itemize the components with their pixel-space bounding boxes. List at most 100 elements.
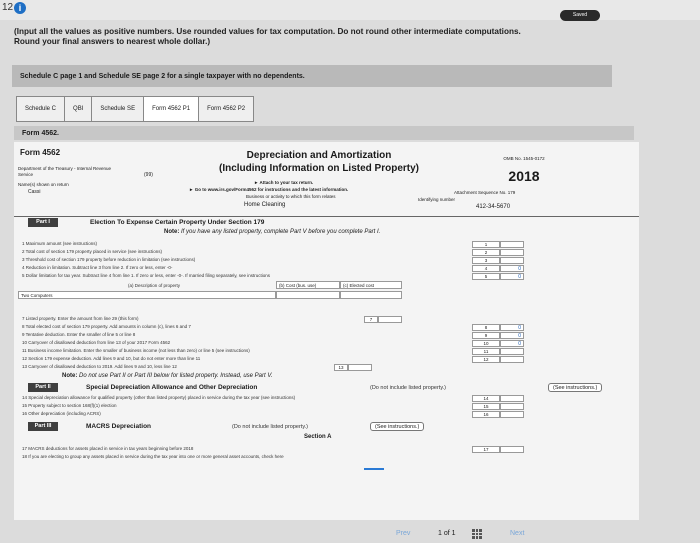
- line-2-input[interactable]: [500, 249, 524, 256]
- line-num: 5: [472, 273, 500, 280]
- row-6-cost-input[interactable]: [276, 291, 340, 299]
- line-8: 8 Total elected cost of section 179 prop…: [22, 324, 191, 329]
- line-16: 16 Other depreciation (including ACRS): [22, 411, 101, 416]
- part-3-label: Part III: [28, 422, 58, 431]
- line-10: 10 Carryover of disallowed deduction fro…: [22, 340, 171, 345]
- column-a-header: (a) Description of property: [128, 283, 181, 288]
- column-c-header: (c) Elected cost: [340, 281, 402, 289]
- line-17-input[interactable]: [500, 446, 524, 453]
- form-title-line-1: Depreciation and Amortization: [246, 150, 392, 161]
- row-6-elected-input[interactable]: [340, 291, 402, 299]
- part-1-title: Election To Expense Certain Property Und…: [90, 219, 265, 226]
- tax-year: 2018: [508, 168, 540, 184]
- line-num: 17: [472, 446, 500, 453]
- form-4562: Form 4562 Department of the Treasury - I…: [14, 142, 639, 520]
- divider: [14, 216, 639, 217]
- line-num: 4: [472, 265, 500, 272]
- line-num: 14: [472, 395, 500, 402]
- tab-qbi[interactable]: QBI: [65, 97, 93, 121]
- line-4: 4 Reduction in limitation. Subtract line…: [22, 265, 173, 270]
- pager: Prev 1 of 1 Next: [0, 526, 700, 543]
- line-15: 15 Property subject to section 168(f)(1)…: [22, 403, 117, 408]
- line-13-input[interactable]: [348, 364, 372, 371]
- instructions-text: (Input all the values as positive number…: [14, 27, 521, 46]
- taxpayer-name: Cassi: [28, 189, 41, 195]
- line-18: 18 If you are electing to group any asse…: [22, 454, 284, 459]
- tab-form-4562-p2[interactable]: Form 4562 P2: [199, 97, 253, 121]
- tab-schedule-c[interactable]: Schedule C: [17, 97, 66, 121]
- section-a-heading: Section A: [304, 434, 332, 440]
- department-line-2: Service: [18, 172, 34, 177]
- line-num: 3: [472, 257, 500, 264]
- tab-schedule-se[interactable]: Schedule SE: [92, 97, 145, 121]
- identifying-number-label: Identifying number: [418, 197, 456, 202]
- line-5-value: 0: [500, 273, 524, 280]
- form-tabs: Schedule C QBI Schedule SE Form 4562 P1 …: [16, 96, 255, 122]
- part-2-see-instructions-button[interactable]: (See instructions.): [548, 383, 603, 392]
- form-name: Form 4562: [20, 148, 61, 157]
- line-num: 16: [472, 411, 500, 418]
- part-2-label: Part II: [28, 383, 58, 392]
- part-3-see-instructions-button[interactable]: (See instructions.): [370, 422, 425, 431]
- line-num: 9: [472, 332, 500, 339]
- goto-note: ► Go to www.irs.gov/Form4562 for instruc…: [189, 187, 349, 192]
- department-code: (99): [144, 172, 153, 178]
- line-num: 8: [472, 324, 500, 331]
- line-num: 15: [472, 403, 500, 410]
- line-num: 11: [472, 348, 500, 355]
- line-11-input[interactable]: [500, 348, 524, 355]
- row-6-description-input[interactable]: Two Computers: [18, 291, 276, 299]
- line-7-input[interactable]: [378, 316, 402, 323]
- prev-button[interactable]: Prev: [396, 530, 410, 537]
- line-num: 2: [472, 249, 500, 256]
- business-label: Business or activity to which this form …: [246, 194, 336, 199]
- line-16-input[interactable]: [500, 411, 524, 418]
- part-1-label: Part I: [28, 218, 58, 227]
- line-3: 3 Threshold cost of section 179 property…: [22, 257, 196, 262]
- business-value: Home Cleaning: [244, 202, 286, 208]
- part-1-note: Note: If you have any listed property, c…: [164, 229, 380, 235]
- line-12-input[interactable]: [500, 356, 524, 363]
- line-13: 13 Carryover of disallowed deduction to …: [22, 364, 177, 369]
- line-15-input[interactable]: [500, 403, 524, 410]
- part-3-title: MACRS Depreciation: [86, 423, 152, 430]
- note-text: Do not use Part II or Part III below for…: [79, 373, 273, 379]
- grid-icon[interactable]: [472, 529, 482, 539]
- attach-note: ► Attach to your tax return.: [254, 180, 314, 185]
- tab-form-4562-p1[interactable]: Form 4562 P1: [144, 97, 200, 121]
- next-button[interactable]: Next: [510, 530, 524, 537]
- page-position: 1 of 1: [438, 530, 456, 537]
- form-label: Form 4562.: [14, 126, 634, 140]
- line-17: 17 MACRS deductions for assets placed in…: [22, 446, 194, 451]
- top-bar: 12 i Saved: [0, 0, 700, 21]
- line-12: 12 Section 179 expense deduction. Add li…: [22, 356, 201, 361]
- problem-banner: Schedule C page 1 and Schedule SE page 2…: [12, 65, 612, 87]
- info-icon[interactable]: i: [14, 2, 26, 14]
- line-2: 2 Total cost of section 179 property pla…: [22, 249, 162, 254]
- line-num: 10: [472, 340, 500, 347]
- question-number: 12: [2, 2, 14, 13]
- note-label: Note:: [62, 373, 78, 379]
- line-num: 12: [472, 356, 500, 363]
- part-1-note-2: Note: Do not use Part II or Part III bel…: [62, 373, 273, 379]
- attachment-sequence: Attachment Sequence No. 179: [454, 190, 516, 195]
- line-10-input[interactable]: 0: [500, 340, 524, 347]
- identifying-number: 412-34-5670: [476, 204, 511, 210]
- line-3-input[interactable]: [500, 257, 524, 264]
- omb-number: OMB No. 1545-0172: [503, 156, 545, 161]
- form-title: Depreciation and Amortization (Including…: [219, 149, 419, 175]
- line-1: 1 Maximum amount (see instructions): [22, 241, 98, 246]
- line-14-input[interactable]: [500, 395, 524, 402]
- part-2-not-include: (Do not include listed property.): [370, 385, 447, 391]
- line-9-value: 0: [500, 332, 524, 339]
- line-18-checkbox[interactable]: [364, 468, 384, 474]
- line-1-input[interactable]: [500, 241, 524, 248]
- note-label: Note:: [164, 229, 180, 235]
- part-2-title: Special Depreciation Allowance and Other…: [86, 384, 258, 391]
- line-num: 13: [334, 364, 348, 371]
- line-num: 7: [364, 316, 378, 323]
- line-num: 1: [472, 241, 500, 248]
- line-5: 5 Dollar limitation for tax year. Subtra…: [22, 273, 271, 278]
- line-9: 9 Tentative deduction. Enter the smaller…: [22, 332, 136, 337]
- names-label: Name(s) shown on return: [18, 182, 69, 187]
